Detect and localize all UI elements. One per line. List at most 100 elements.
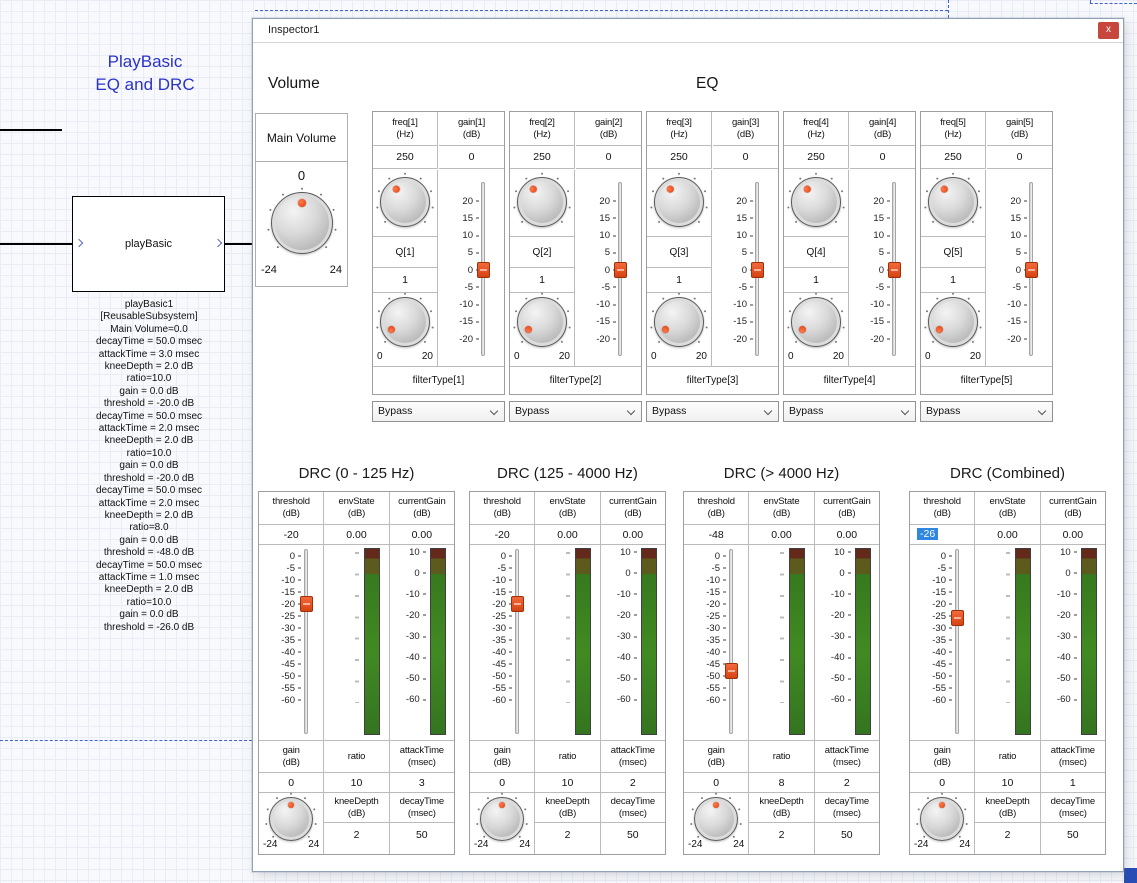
gain-slider-handle[interactable]: [477, 262, 490, 278]
signal-wire: [0, 243, 73, 245]
threshold-track[interactable]: [304, 549, 308, 734]
threshold-track[interactable]: [955, 549, 959, 734]
envstate-column: envState(dB) 0.00 ratio 10 kneeDepth(dB)…: [974, 492, 1039, 854]
playbasic-block[interactable]: playBasic: [72, 196, 225, 292]
gain-knob[interactable]: [920, 797, 964, 841]
threshold-value[interactable]: -20: [259, 525, 323, 545]
threshold-value-field[interactable]: -26: [910, 525, 974, 545]
gain-slider[interactable]: 20151050-5-10-15-20: [439, 170, 504, 366]
inspector-title: Inspector1: [268, 24, 319, 36]
threshold-header: threshold(dB): [470, 492, 534, 525]
eq-table: freq[3](Hz)250 gain[3](dB)0 Q[3] 1 020 2…: [646, 111, 779, 395]
q-knob-area: 020: [921, 293, 985, 364]
currentgain-scale: 100-10-20-30-40-50-60: [390, 547, 426, 705]
threshold-scale: 0-5-10-15-20-25-30-35-40-45-50-55-60: [910, 551, 952, 705]
currentgain-column: currentGain(dB) 0.00 100-10-20-30-40-50-…: [389, 492, 454, 854]
knob-indicator: [939, 185, 949, 195]
gain-slider-handle[interactable]: [751, 262, 764, 278]
freq-knob[interactable]: [928, 177, 978, 227]
freq-knob[interactable]: [791, 177, 841, 227]
gain-knob[interactable]: [480, 797, 524, 841]
kneedepth-header: kneeDepth(dB): [975, 793, 1039, 823]
filter-type-label: filterType[1]: [373, 366, 504, 394]
close-button[interactable]: x: [1098, 22, 1119, 39]
freq-knob[interactable]: [380, 177, 430, 227]
gain-slider-handle[interactable]: [1025, 262, 1038, 278]
threshold-slider[interactable]: 0-5-10-15-20-25-30-35-40-45-50-55-60: [910, 545, 974, 741]
filter-type-dropdown[interactable]: Bypass: [920, 401, 1053, 422]
gain-value: 0: [470, 773, 534, 793]
threshold-handle[interactable]: [951, 610, 964, 626]
envstate-meter: [749, 545, 813, 741]
filter-type-dropdown[interactable]: Bypass: [509, 401, 642, 422]
threshold-slider[interactable]: 0-5-10-15-20-25-30-35-40-45-50-55-60: [470, 545, 534, 741]
knob-max-label: 24: [519, 839, 530, 850]
inspector-window: Inspector1 x Volume EQ Main Volume 0 -24…: [252, 18, 1124, 872]
gain-value: 0: [576, 146, 641, 168]
freq-header: freq[4](Hz)250: [784, 112, 849, 169]
gain-knob[interactable]: [269, 797, 313, 841]
q-label: Q[1]: [373, 236, 437, 268]
freq-knob-area: [647, 170, 711, 236]
inspector-titlebar[interactable]: Inspector1 x: [253, 19, 1123, 43]
threshold-value[interactable]: -48: [684, 525, 748, 545]
threshold-handle[interactable]: [511, 596, 524, 612]
currentgain-header: currentGain(dB): [1041, 492, 1105, 525]
q-knob[interactable]: [654, 297, 704, 347]
gain-knob-cell: -24 24: [684, 793, 748, 854]
knob-indicator: [661, 325, 671, 335]
threshold-value[interactable]: -20: [470, 525, 534, 545]
q-knob[interactable]: [928, 297, 978, 347]
threshold-handle[interactable]: [725, 663, 738, 679]
decaytime-cell: decayTime(msec) 50: [390, 793, 454, 854]
gain-slider[interactable]: 20151050-5-10-15-20: [713, 170, 778, 366]
dropdown-value: Bypass: [926, 405, 960, 417]
filter-type-label: filterType[5]: [921, 366, 1052, 394]
freq-knob[interactable]: [517, 177, 567, 227]
freq-knob[interactable]: [654, 177, 704, 227]
q-knob[interactable]: [791, 297, 841, 347]
threshold-header: threshold(dB): [684, 492, 748, 525]
gain-slider[interactable]: 20151050-5-10-15-20: [987, 170, 1052, 366]
currentgain-bar: [855, 548, 871, 735]
currentgain-value: 0.00: [601, 525, 665, 545]
diagram-title-line2: EQ and DRC: [45, 73, 245, 96]
envstate-column: envState(dB) 0.00 ratio 10 kneeDepth(dB)…: [323, 492, 388, 854]
ratio-header: ratio: [324, 741, 388, 773]
kneedepth-value: 2: [975, 823, 1039, 850]
attacktime-value: 3: [390, 773, 454, 793]
gain-slider[interactable]: 20151050-5-10-15-20: [850, 170, 915, 366]
filter-type-dropdown[interactable]: Bypass: [372, 401, 505, 422]
threshold-scale: 0-5-10-15-20-25-30-35-40-45-50-55-60: [259, 551, 301, 705]
eq-left-column: Q[5] 1 020: [921, 170, 986, 366]
gain-slider-scale: 20151050-5-10-15-20: [850, 196, 890, 344]
gain-value: 0: [713, 146, 778, 168]
currentgain-bar: [430, 548, 446, 735]
kneedepth-header: kneeDepth(dB): [749, 793, 813, 823]
main-volume-knob[interactable]: [271, 192, 333, 254]
threshold-handle[interactable]: [300, 596, 313, 612]
decaytime-value: 50: [601, 823, 665, 850]
threshold-slider[interactable]: 0-5-10-15-20-25-30-35-40-45-50-55-60: [259, 545, 323, 741]
filter-type-dropdown[interactable]: Bypass: [783, 401, 916, 422]
gain-knob-cell: -24 24: [470, 793, 534, 854]
eq-table: freq[5](Hz)250 gain[5](dB)0 Q[5] 1 020 2…: [920, 111, 1053, 395]
threshold-track[interactable]: [729, 549, 733, 734]
knob-min-label: -24: [688, 839, 702, 850]
gain-value: 0: [439, 146, 504, 168]
q-value: 1: [510, 268, 574, 293]
freq-header: freq[3](Hz)250: [647, 112, 712, 169]
envstate-scale: [780, 552, 784, 703]
threshold-slider[interactable]: 0-5-10-15-20-25-30-35-40-45-50-55-60: [684, 545, 748, 741]
q-knob[interactable]: [517, 297, 567, 347]
envstate-bar: [364, 548, 380, 735]
gain-knob[interactable]: [694, 797, 738, 841]
gain-slider-handle[interactable]: [888, 262, 901, 278]
threshold-track[interactable]: [515, 549, 519, 734]
q-knob[interactable]: [380, 297, 430, 347]
gain-slider[interactable]: 20151050-5-10-15-20: [576, 170, 641, 366]
knob-min-label: 0: [925, 351, 931, 362]
filter-type-dropdown[interactable]: Bypass: [646, 401, 779, 422]
freq-value: 250: [510, 146, 574, 168]
gain-slider-handle[interactable]: [614, 262, 627, 278]
